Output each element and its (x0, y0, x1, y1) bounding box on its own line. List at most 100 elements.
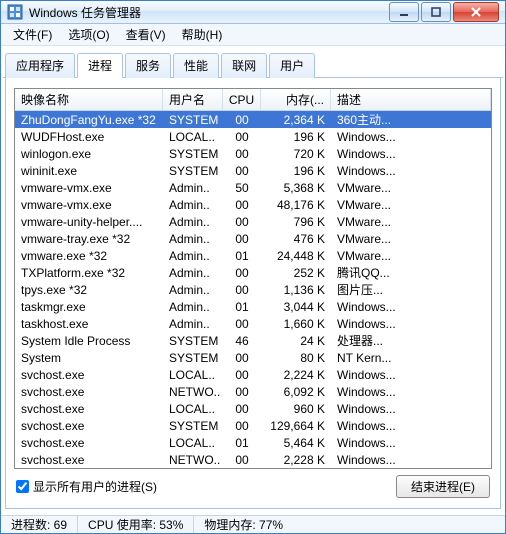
cell-desc: Windows... (331, 383, 491, 400)
col-header-user[interactable]: 用户名 (163, 89, 223, 110)
cell-mem: 796 K (261, 213, 331, 230)
cell-user: Admin.. (163, 247, 223, 264)
cell-cpu: 00 (223, 111, 261, 128)
status-cpu-usage: CPU 使用率: 53% (84, 516, 194, 533)
table-row[interactable]: svchost.exeLOCAL..00960 KWindows... (15, 400, 491, 417)
status-process-count: 进程数: 69 (7, 516, 78, 533)
cell-desc: Windows... (331, 298, 491, 315)
cell-cpu: 00 (223, 162, 261, 179)
cell-mem: 2,228 K (261, 451, 331, 468)
table-row[interactable]: vmware-unity-helper....Admin..00796 KVMw… (15, 213, 491, 230)
cell-desc: 腾讯QQ... (331, 264, 491, 281)
cell-mem: 48,176 K (261, 196, 331, 213)
cell-mem: 5,368 K (261, 179, 331, 196)
cell-mem: 129,664 K (261, 417, 331, 434)
table-row[interactable]: tpys.exe *32Admin..001,136 K图片压... (15, 281, 491, 298)
table-row[interactable]: svchost.exeNETWO..002,228 KWindows... (15, 451, 491, 468)
close-button[interactable] (453, 2, 499, 22)
table-row[interactable]: vmware-vmx.exeAdmin..505,368 KVMware... (15, 179, 491, 196)
cell-user: SYSTEM (163, 145, 223, 162)
table-row[interactable]: WUDFHost.exeLOCAL..00196 KWindows... (15, 128, 491, 145)
table-row[interactable]: svchost.exeSYSTEM00129,664 KWindows... (15, 417, 491, 434)
cell-mem: 80 K (261, 349, 331, 366)
cell-desc: VMware... (331, 213, 491, 230)
cell-desc: VMware... (331, 179, 491, 196)
cell-cpu: 46 (223, 332, 261, 349)
table-row[interactable]: SystemSYSTEM0080 KNT Kern... (15, 349, 491, 366)
cell-mem: 252 K (261, 264, 331, 281)
cell-desc: Windows... (331, 145, 491, 162)
tab-performance[interactable]: 性能 (173, 53, 219, 78)
cell-name: svchost.exe (15, 451, 163, 468)
tab-services[interactable]: 服务 (125, 53, 171, 78)
cell-user: Admin.. (163, 264, 223, 281)
cell-user: SYSTEM (163, 111, 223, 128)
col-header-mem[interactable]: 内存(... (261, 89, 331, 110)
menu-view[interactable]: 查看(V) (118, 24, 174, 45)
table-row[interactable]: svchost.exeNETWO..006,092 KWindows... (15, 383, 491, 400)
table-row[interactable]: ZhuDongFangYu.exe *32SYSTEM002,364 K360主… (15, 111, 491, 128)
col-header-cpu[interactable]: CPU (223, 89, 261, 110)
tab-applications[interactable]: 应用程序 (5, 53, 75, 78)
cell-mem: 2,224 K (261, 366, 331, 383)
cell-name: vmware-vmx.exe (15, 196, 163, 213)
table-row[interactable]: svchost.exeLOCAL..002,224 KWindows... (15, 366, 491, 383)
table-row[interactable]: vmware.exe *32Admin..0124,448 KVMware... (15, 247, 491, 264)
cell-mem: 2,364 K (261, 111, 331, 128)
table-row[interactable]: taskmgr.exeAdmin..013,044 KWindows... (15, 298, 491, 315)
cell-name: taskmgr.exe (15, 298, 163, 315)
titlebar[interactable]: Windows 任务管理器 (1, 1, 505, 24)
show-all-users-input[interactable] (16, 480, 29, 493)
table-row[interactable]: vmware-tray.exe *32Admin..00476 KVMware.… (15, 230, 491, 247)
cell-cpu: 00 (223, 128, 261, 145)
menubar: 文件(F) 选项(O) 查看(V) 帮助(H) (1, 24, 505, 46)
table-row[interactable]: vmware-vmx.exeAdmin..0048,176 KVMware... (15, 196, 491, 213)
menu-options[interactable]: 选项(O) (60, 24, 117, 45)
table-row[interactable]: taskhost.exeAdmin..001,660 KWindows... (15, 315, 491, 332)
window-buttons (387, 2, 499, 22)
cell-name: WUDFHost.exe (15, 128, 163, 145)
cell-mem: 5,464 K (261, 434, 331, 451)
table-row[interactable]: svchost.exeLOCAL..015,464 KWindows... (15, 434, 491, 451)
tab-networking[interactable]: 联网 (221, 53, 267, 78)
cell-user: SYSTEM (163, 162, 223, 179)
cell-user: LOCAL.. (163, 434, 223, 451)
maximize-button[interactable] (421, 2, 451, 22)
cell-desc: Windows... (331, 417, 491, 434)
menu-help[interactable]: 帮助(H) (174, 24, 231, 45)
cell-name: vmware-unity-helper.... (15, 213, 163, 230)
col-header-desc[interactable]: 描述 (331, 89, 491, 110)
cell-cpu: 00 (223, 230, 261, 247)
cell-name: svchost.exe (15, 400, 163, 417)
tabstrip: 应用程序 进程 服务 性能 联网 用户 (3, 48, 503, 78)
cell-name: wininit.exe (15, 162, 163, 179)
cell-cpu: 01 (223, 434, 261, 451)
minimize-button[interactable] (389, 2, 419, 22)
cell-desc: 图片压... (331, 281, 491, 298)
cell-user: LOCAL.. (163, 366, 223, 383)
window-title: Windows 任务管理器 (29, 4, 387, 21)
end-process-button[interactable]: 结束进程(E) (396, 475, 490, 498)
cell-name: svchost.exe (15, 366, 163, 383)
app-icon (7, 4, 23, 20)
cell-mem: 6,092 K (261, 383, 331, 400)
show-all-users-checkbox[interactable]: 显示所有用户的进程(S) (16, 478, 157, 495)
process-list: 映像名称 用户名 CPU 内存(... 描述 ZhuDongFangYu.exe… (14, 88, 492, 469)
cell-mem: 960 K (261, 400, 331, 417)
table-row[interactable]: winlogon.exeSYSTEM00720 KWindows... (15, 145, 491, 162)
table-row[interactable]: wininit.exeSYSTEM00196 KWindows... (15, 162, 491, 179)
col-header-name[interactable]: 映像名称 (15, 89, 163, 110)
menu-file[interactable]: 文件(F) (5, 24, 60, 45)
table-row[interactable]: System Idle ProcessSYSTEM4624 K处理器... (15, 332, 491, 349)
cell-user: SYSTEM (163, 417, 223, 434)
cell-desc: Windows... (331, 315, 491, 332)
cell-mem: 1,660 K (261, 315, 331, 332)
tab-users[interactable]: 用户 (269, 53, 315, 78)
status-physical-memory: 物理内存: 77% (200, 516, 293, 533)
cell-user: SYSTEM (163, 332, 223, 349)
tab-processes[interactable]: 进程 (77, 53, 123, 78)
cell-desc: VMware... (331, 247, 491, 264)
list-body[interactable]: ZhuDongFangYu.exe *32SYSTEM002,364 K360主… (15, 111, 491, 468)
bottom-bar: 显示所有用户的进程(S) 结束进程(E) (14, 469, 492, 500)
table-row[interactable]: TXPlatform.exe *32Admin..00252 K腾讯QQ... (15, 264, 491, 281)
